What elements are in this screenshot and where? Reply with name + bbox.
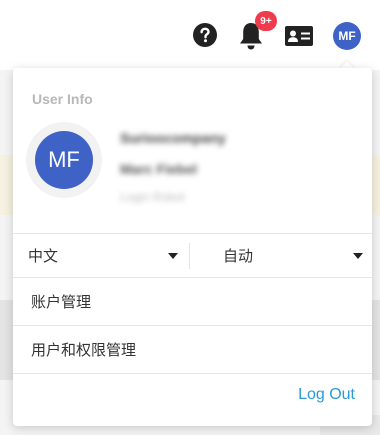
- user-menu-dropdown: User Info MF Surioocompany Marc Fiebel L…: [13, 68, 372, 426]
- user-avatar-button[interactable]: MF: [333, 22, 361, 50]
- background-panel: [0, 300, 14, 380]
- divider: [189, 243, 190, 269]
- menu-item-user-permissions[interactable]: 用户和权限管理: [13, 326, 372, 373]
- menu-item-account-management[interactable]: 账户管理: [13, 278, 372, 325]
- menu-item-label: 账户管理: [31, 294, 92, 311]
- background-panel: [0, 155, 14, 215]
- id-card-icon: [285, 26, 313, 46]
- top-bar: [0, 0, 380, 70]
- divider: [13, 373, 372, 374]
- language-select-value: 中文: [28, 248, 59, 265]
- contact-card-button[interactable]: [284, 25, 314, 47]
- language-select[interactable]: 中文: [28, 234, 178, 277]
- logout-link[interactable]: Log Out: [298, 386, 355, 404]
- theme-select-value: 自动: [223, 248, 254, 265]
- user-company: Surioocompany: [120, 130, 226, 146]
- help-button[interactable]: [192, 22, 218, 48]
- caret-down-icon: [168, 252, 178, 259]
- avatar: MF: [35, 131, 93, 189]
- menu-item-label: 用户和权限管理: [31, 342, 137, 359]
- user-role: Login Robot: [120, 190, 185, 204]
- help-icon: [193, 23, 217, 47]
- caret-down-icon: [353, 252, 363, 259]
- user-name: Marc Fiebel: [120, 161, 198, 177]
- notification-badge: 9+: [255, 11, 277, 31]
- theme-select[interactable]: 自动: [223, 234, 363, 277]
- user-info-title: User Info: [32, 91, 93, 107]
